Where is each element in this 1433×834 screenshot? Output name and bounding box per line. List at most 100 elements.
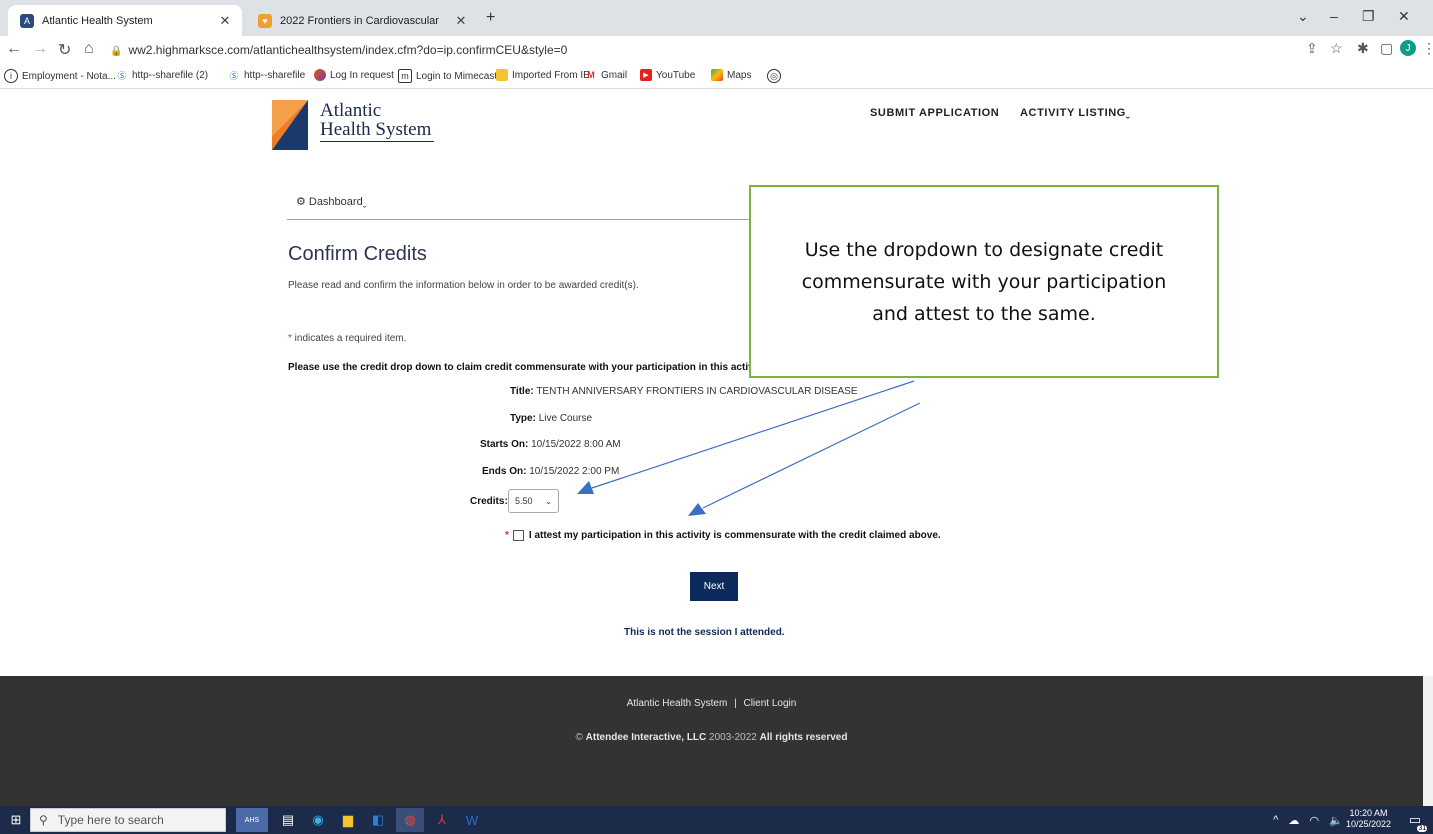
clock-time: 10:20 AM bbox=[1349, 808, 1388, 818]
footer-separator: | bbox=[734, 698, 737, 709]
wifi-icon: ◠ bbox=[1309, 814, 1320, 827]
credits-label: Credits: bbox=[470, 496, 508, 507]
nav-submit-application[interactable]: SUBMIT APPLICATION bbox=[870, 107, 999, 119]
nav-activity-listing[interactable]: ACTIVITY LISTINGˬ bbox=[1020, 107, 1130, 119]
arrowhead-dropdown bbox=[577, 481, 594, 494]
restore-icon[interactable]: ❐ bbox=[1362, 8, 1375, 25]
windows-start-icon[interactable]: ⊞ bbox=[4, 808, 28, 832]
address-bar[interactable]: 🔒 ww2.highmarksce.com/atlantichealthsyste… bbox=[110, 40, 1370, 60]
notification-count: 31 bbox=[1417, 825, 1428, 832]
minimize-icon[interactable]: – bbox=[1330, 8, 1338, 24]
sharefile-icon: Ⓢ bbox=[117, 70, 127, 81]
heart-favicon-icon: ♥ bbox=[258, 13, 272, 28]
tab-close-icon[interactable]: ✕ bbox=[216, 13, 234, 29]
reload-icon[interactable]: ↻ bbox=[58, 40, 71, 60]
search-placeholder: Type here to search bbox=[57, 813, 164, 827]
tab-label: 2022 Frontiers in Cardiovascular bbox=[280, 14, 439, 27]
dashboard-menu[interactable]: ⚙ Dashboardˬ bbox=[296, 195, 366, 208]
lock-icon: 🔒 bbox=[110, 46, 123, 57]
taskbar-clock[interactable]: 10:20 AM 10/25/2022 bbox=[1346, 808, 1391, 830]
bookmark-youtube[interactable]: ▶ YouTube bbox=[640, 69, 695, 81]
field-title: Title: TENTH ANNIVERSARY FRONTIERS IN CA… bbox=[510, 386, 858, 397]
extensions-icon[interactable]: ✱ bbox=[1357, 40, 1369, 57]
system-tray[interactable]: ^ ☁ ◠ 🔈 bbox=[1268, 808, 1348, 832]
credits-value: 5.50 bbox=[515, 496, 533, 506]
tab-close-icon[interactable]: ✕ bbox=[452, 13, 470, 29]
profile-avatar[interactable]: J bbox=[1400, 40, 1416, 56]
required-star: * bbox=[505, 530, 509, 541]
attest-checkbox[interactable] bbox=[512, 530, 524, 541]
arrow-line-to-checkbox bbox=[702, 402, 921, 509]
tab-search-icon[interactable]: ⌄ bbox=[1297, 8, 1309, 25]
edge-icon[interactable]: ◉ bbox=[306, 808, 330, 832]
search-icon: ⚲ bbox=[39, 813, 48, 827]
logo-line-1: Atlantic bbox=[320, 100, 382, 121]
back-icon[interactable]: ← bbox=[6, 40, 22, 58]
caret-down-icon: ˬ bbox=[362, 196, 367, 208]
next-button[interactable]: Next bbox=[690, 572, 738, 601]
new-tab-button[interactable]: + bbox=[486, 9, 495, 27]
logo-line-2: Health System bbox=[320, 119, 432, 140]
chrome-icon[interactable]: ◍ bbox=[396, 808, 424, 832]
tab-label: Atlantic Health System bbox=[42, 14, 153, 27]
globe-icon: ◎ bbox=[767, 69, 781, 83]
outlook-icon[interactable]: ◧ bbox=[366, 808, 390, 832]
youtube-icon: ▶ bbox=[640, 69, 652, 81]
home-icon[interactable]: ⌂ bbox=[84, 40, 94, 58]
maps-icon bbox=[711, 69, 723, 81]
menu-dots-icon[interactable]: ⋮ bbox=[1422, 40, 1433, 57]
page-scrollbar[interactable] bbox=[1423, 676, 1433, 806]
bookmark-star-icon[interactable]: ☆ bbox=[1330, 40, 1343, 57]
bookmark-employment[interactable]: i Employment - Nota... bbox=[4, 69, 116, 83]
attest-label[interactable]: I attest my participation in this activi… bbox=[529, 530, 941, 541]
dashboard-gauge-icon: ⚙ bbox=[296, 196, 306, 208]
acrobat-icon[interactable]: ⅄ bbox=[430, 808, 454, 832]
bookmark-sharefile-2[interactable]: Ⓢhttp--sharefile (2) bbox=[116, 69, 208, 81]
bookmark-maps[interactable]: Maps bbox=[711, 69, 751, 81]
mimecast-icon: m bbox=[398, 69, 412, 83]
close-window-icon[interactable]: ✕ bbox=[1398, 8, 1410, 25]
arrowhead-checkbox bbox=[688, 503, 706, 516]
side-panel-icon[interactable]: ▢ bbox=[1380, 40, 1393, 57]
credits-dropdown[interactable]: 5.50 ⌄ bbox=[508, 489, 559, 513]
field-type: Type: Live Course bbox=[510, 413, 593, 424]
field-starts-on: Starts On: 10/15/2022 8:00 AM bbox=[480, 439, 621, 450]
clock-date: 10/25/2022 bbox=[1346, 819, 1392, 829]
bookmark-gmail[interactable]: M Gmail bbox=[585, 69, 627, 81]
bookmark-globe[interactable]: ◎ bbox=[767, 69, 785, 83]
attest-row: * I attest my participation in this activ… bbox=[505, 530, 941, 541]
required-note: * indicates a required item. bbox=[288, 333, 407, 344]
instructions-text: Please use the credit drop down to claim… bbox=[288, 362, 766, 373]
bookmark-mimecast[interactable]: m Login to Mimecast bbox=[398, 69, 497, 83]
footer-company[interactable]: Attendee Interactive, LLC bbox=[586, 732, 707, 743]
tab-atlantic-health[interactable]: A Atlantic Health System ✕ bbox=[8, 5, 242, 36]
footer-link-client-login[interactable]: Client Login bbox=[743, 698, 796, 709]
folder-icon bbox=[496, 69, 508, 81]
colorful-logo-icon bbox=[314, 69, 326, 81]
bookmark-sharefile[interactable]: Ⓢhttp--sharefile bbox=[228, 69, 305, 81]
annotation-callout: Use the dropdown to designate credit com… bbox=[749, 185, 1219, 378]
sharefile-icon: Ⓢ bbox=[229, 70, 239, 81]
tab-frontiers[interactable]: ♥ 2022 Frontiers in Cardiovascular ✕ bbox=[246, 5, 478, 36]
forward-icon[interactable]: → bbox=[32, 40, 48, 58]
file-explorer-icon[interactable]: ▆ bbox=[336, 808, 360, 832]
chevron-down-icon: ⌄ bbox=[545, 496, 552, 506]
word-icon[interactable]: W bbox=[460, 808, 484, 832]
callout-text: Use the dropdown to designate credit com… bbox=[801, 238, 1167, 325]
bookmark-imported-from-ie[interactable]: Imported From IE bbox=[496, 69, 590, 81]
url-text: ww2.highmarksce.com/atlantichealthsystem… bbox=[128, 43, 568, 57]
tray-chevron-icon: ^ bbox=[1273, 814, 1279, 826]
share-icon[interactable]: ⇪ bbox=[1306, 40, 1318, 57]
notifications-icon[interactable]: ▭ 31 bbox=[1404, 808, 1428, 832]
bookmark-log-in-request[interactable]: Log In request bbox=[314, 69, 394, 81]
atlantic-favicon-icon: A bbox=[20, 13, 34, 28]
task-view-icon[interactable]: ▤ bbox=[276, 808, 300, 832]
atlantic-app-icon[interactable]: AHS bbox=[236, 808, 268, 832]
not-session-link[interactable]: This is not the session I attended. bbox=[624, 627, 785, 638]
taskbar-search-input[interactable]: ⚲ Type here to search bbox=[30, 808, 226, 832]
page-title: Confirm Credits bbox=[288, 243, 427, 265]
footer-link-ahs[interactable]: Atlantic Health System bbox=[627, 698, 728, 709]
atlantic-logo-icon bbox=[272, 100, 308, 150]
site-logo-text[interactable]: Atlantic Health System bbox=[320, 101, 431, 139]
footer-copyright: © Attendee Interactive, LLC 2003-2022 Al… bbox=[575, 732, 848, 743]
